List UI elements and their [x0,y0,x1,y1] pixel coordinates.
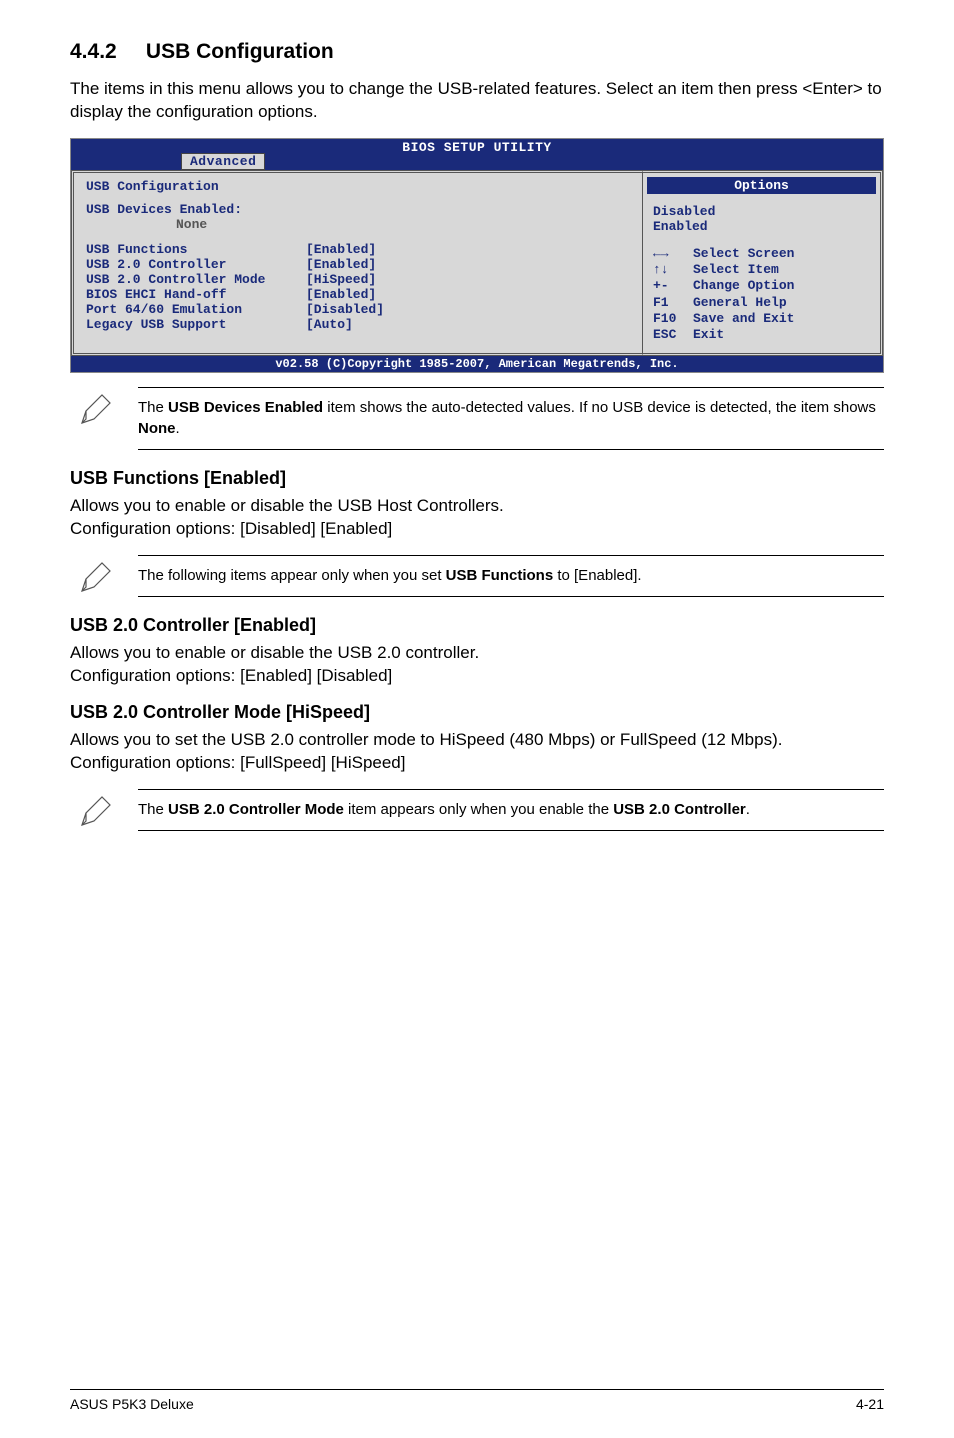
sub-heading-usb20-controller: USB 2.0 Controller [Enabled] [70,615,884,636]
section-title-text: USB Configuration [146,40,334,63]
pencil-icon [70,555,120,597]
bios-row-value: [Disabled] [306,302,384,317]
bios-help-row: ↑↓Select Item [653,262,870,278]
section-heading: 4.4.2 USB Configuration [70,40,884,64]
bios-footer: v02.58 (C)Copyright 1985-2007, American … [71,356,883,372]
bios-row-value: [Enabled] [306,257,376,272]
usb20-controller-desc2: Configuration options: [Enabled] [Disabl… [70,665,884,688]
note2-pre: The following items appear only when you… [138,567,446,584]
usb-functions-desc1: Allows you to enable or disable the USB … [70,495,884,518]
footer-left: ASUS P5K3 Deluxe [70,1396,194,1412]
note1-mid: item shows the auto-detected values. If … [323,399,876,416]
footer-right: 4-21 [856,1396,884,1412]
pencil-icon [70,387,120,429]
bios-option-disabled[interactable]: Disabled [653,204,870,219]
bios-row-value: [Enabled] [306,242,376,257]
bios-tab-advanced[interactable]: Advanced [181,153,265,170]
note1-bold1: USB Devices Enabled [168,399,323,416]
bios-window: BIOS SETUP UTILITY Advanced USB Configur… [70,138,884,374]
bios-row-port6460[interactable]: Port 64/60 Emulation [Disabled] [86,302,632,317]
bios-row-label: USB Functions [86,242,306,257]
bios-help-desc: General Help [693,295,787,311]
bios-row-ehci-handoff[interactable]: BIOS EHCI Hand-off [Enabled] [86,287,632,302]
bios-help-desc: Exit [693,327,724,343]
usb20-mode-desc: Allows you to set the USB 2.0 controller… [70,729,884,775]
bios-options-header: Options [647,177,876,194]
bios-row-usb20-controller[interactable]: USB 2.0 Controller [Enabled] [86,257,632,272]
note-block-2: The following items appear only when you… [70,555,884,597]
bios-options-body: Disabled Enabled [643,198,880,240]
bios-help-row: ESCExit [653,327,870,343]
page-footer: ASUS P5K3 Deluxe 4-21 [70,1389,884,1412]
bios-right-panel: Options Disabled Enabled ←→Select Screen… [643,170,883,357]
sub-heading-usb20-mode: USB 2.0 Controller Mode [HiSpeed] [70,702,884,723]
usb-functions-desc2: Configuration options: [Disabled] [Enabl… [70,518,884,541]
bios-row-label: USB 2.0 Controller [86,257,306,272]
note1-post: . [176,420,180,437]
note2-post: to [Enabled]. [553,567,641,584]
note1-bold2: None [138,420,176,437]
bios-row-value: [Auto] [306,317,353,332]
note3-post: . [746,801,750,818]
note3-bold2: USB 2.0 Controller [613,801,746,818]
bios-row-value: [HiSpeed] [306,272,376,287]
bios-panel-title: USB Configuration [86,179,632,194]
bios-row-legacy-usb[interactable]: Legacy USB Support [Auto] [86,317,632,332]
bios-title-text: BIOS SETUP UTILITY [402,140,551,155]
note-text: The USB 2.0 Controller Mode item appears… [138,789,884,831]
bios-body: USB Configuration USB Devices Enabled: N… [71,170,883,357]
note-text: The USB Devices Enabled item shows the a… [138,387,884,450]
bios-help-key: ←→ [653,246,693,262]
note-block-3: The USB 2.0 Controller Mode item appears… [70,789,884,831]
note3-mid: item appears only when you enable the [344,801,613,818]
pencil-icon [70,789,120,831]
bios-row-label: USB 2.0 Controller Mode [86,272,306,287]
bios-help-key: +- [653,278,693,294]
bios-left-panel: USB Configuration USB Devices Enabled: N… [71,170,643,357]
note3-pre: The [138,801,168,818]
bios-help-key: ESC [653,327,693,343]
bios-row-label: BIOS EHCI Hand-off [86,287,306,302]
bios-help-row: +-Change Option [653,278,870,294]
bios-help-desc: Save and Exit [693,311,794,327]
bios-help-row: F10Save and Exit [653,311,870,327]
bios-help-row: ←→Select Screen [653,246,870,262]
bios-help-desc: Change Option [693,278,794,294]
note-text: The following items appear only when you… [138,555,884,597]
bios-row-usb-functions[interactable]: USB Functions [Enabled] [86,242,632,257]
bios-row-label: Port 64/60 Emulation [86,302,306,317]
bios-devices-label: USB Devices Enabled: [86,202,632,217]
sub-heading-usb-functions: USB Functions [Enabled] [70,468,884,489]
bios-option-enabled[interactable]: Enabled [653,219,870,234]
note-block-1: The USB Devices Enabled item shows the a… [70,387,884,450]
bios-help-key: F1 [653,295,693,311]
bios-help-key: ↑↓ [653,262,693,278]
bios-row-label: Legacy USB Support [86,317,306,332]
bios-titlebar: BIOS SETUP UTILITY Advanced [71,139,883,156]
note1-pre: The [138,399,168,416]
note2-bold: USB Functions [446,567,554,584]
bios-row-value: [Enabled] [306,287,376,302]
bios-help-desc: Select Screen [693,246,794,262]
bios-devices-value: None [176,217,632,232]
usb20-controller-desc1: Allows you to enable or disable the USB … [70,642,884,665]
bios-help-panel: ←→Select Screen ↑↓Select Item +-Change O… [643,240,880,354]
bios-help-desc: Select Item [693,262,779,278]
bios-help-key: F10 [653,311,693,327]
bios-row-usb20-mode[interactable]: USB 2.0 Controller Mode [HiSpeed] [86,272,632,287]
section-intro: The items in this menu allows you to cha… [70,78,884,124]
bios-help-row: F1General Help [653,295,870,311]
section-number: 4.4.2 [70,40,117,63]
note3-bold1: USB 2.0 Controller Mode [168,801,344,818]
